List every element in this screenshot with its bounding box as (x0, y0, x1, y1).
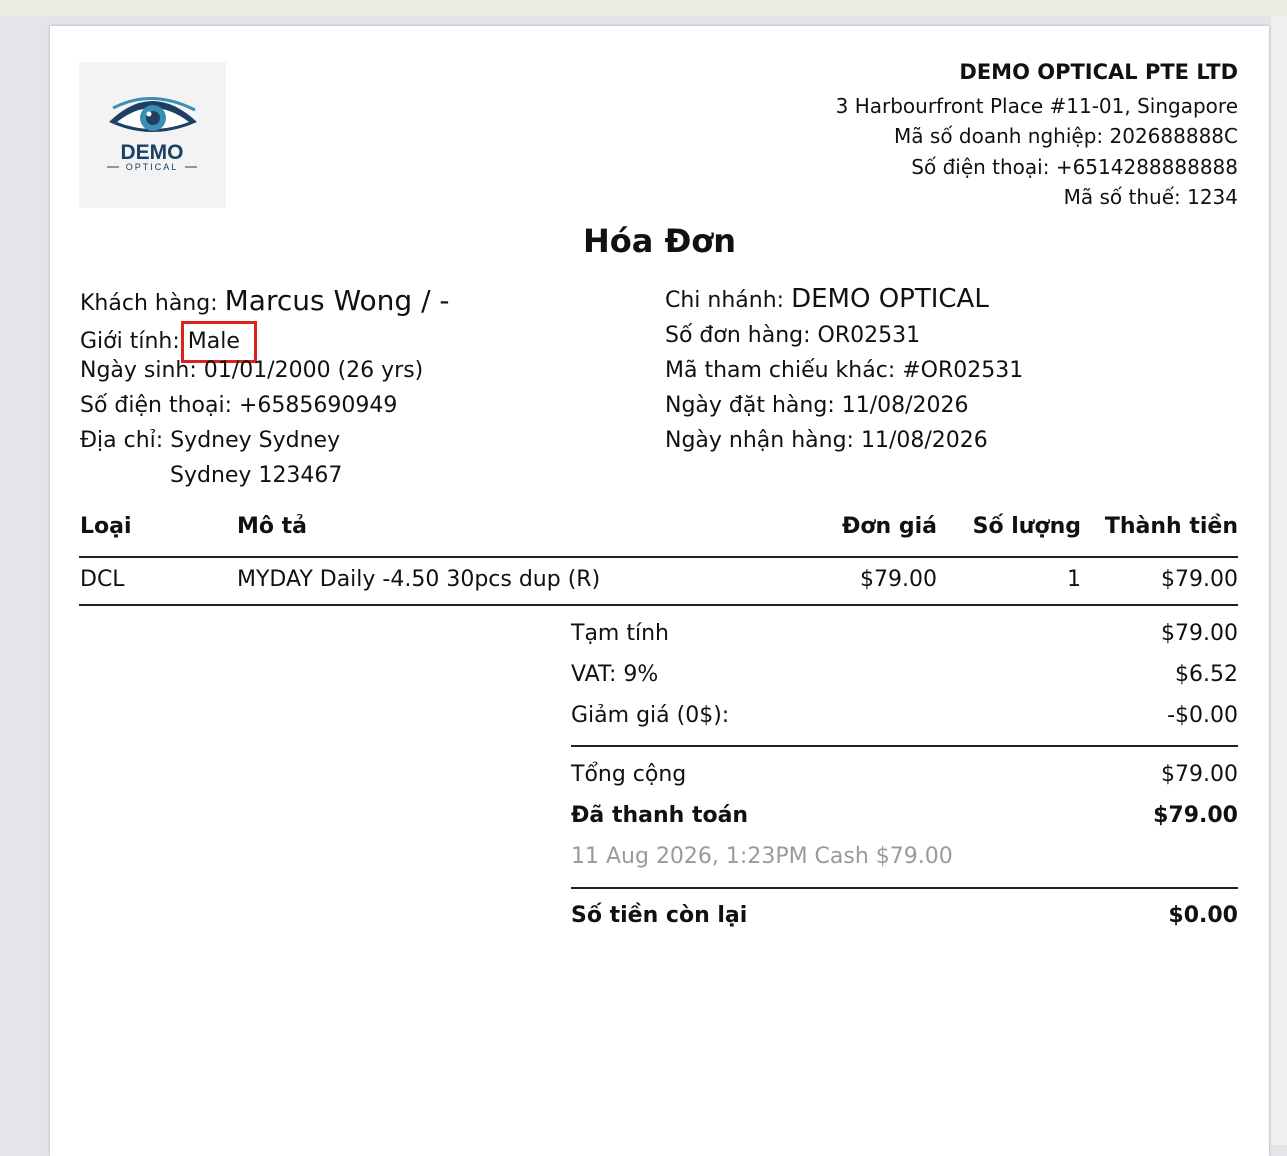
order-reference: Mã tham chiếu khác: #OR02531 (665, 358, 1024, 383)
col-header-amount: Thành tiền (1104, 514, 1238, 539)
address-line2: Sydney 123467 (170, 463, 343, 488)
cell-description: MYDAY Daily -4.50 30pcs dup (R) (237, 567, 601, 592)
cell-amount: $79.00 (1161, 567, 1238, 592)
total-label: Tổng cộng (571, 762, 687, 787)
dob: Ngày sinh: 01/01/2000 (26 yrs) (80, 358, 424, 383)
summary-divider-2 (571, 887, 1238, 889)
branch-label: Chi nhánh: (665, 288, 785, 313)
customer-name-label: Khách hàng: (80, 291, 218, 316)
branch-row: Chi nhánh: DEMO OPTICAL (665, 284, 989, 314)
gender-value-highlight: Male (180, 321, 257, 363)
col-header-type: Loại (80, 514, 132, 539)
vat-label: VAT: 9% (571, 662, 659, 687)
subtotal-value: $79.00 (1161, 621, 1238, 646)
customer-name-row: Khách hàng: Marcus Wong / - (80, 284, 450, 317)
order-date: Ngày đặt hàng: 11/08/2026 (665, 393, 969, 418)
gender-value: Male (187, 329, 240, 354)
gender-row: Giới tính: Male (80, 321, 257, 363)
subtotal-label: Tạm tính (571, 621, 669, 646)
cell-quantity: 1 (1067, 567, 1081, 592)
company-reg: Mã số doanh nghiệp: 202688888C (894, 124, 1238, 148)
customer-name: Marcus Wong / - (224, 284, 450, 317)
balance-label: Số tiền còn lại (571, 903, 748, 928)
paid-label: Đã thanh toán (571, 803, 749, 828)
receive-date: Ngày nhận hàng: 11/08/2026 (665, 428, 988, 453)
branch-value: DEMO OPTICAL (791, 284, 989, 314)
company-name: DEMO OPTICAL PTE LTD (959, 60, 1238, 84)
invoice-page: DEMO OPTICAL DEMO OPTICAL PTE LTD 3 Harb… (50, 26, 1269, 1156)
gender-label: Giới tính: (80, 329, 180, 354)
company-phone: Số điện thoại: +6514288888888 (911, 155, 1238, 179)
col-header-unit-price: Đơn giá (841, 514, 937, 539)
invoice-title: Hóa Đơn (582, 222, 737, 260)
order-number: Số đơn hàng: OR02531 (665, 323, 921, 348)
address-line1: Sydney Sydney (170, 428, 341, 453)
company-address: 3 Harbourfront Place #11-01, Singapore (835, 94, 1238, 118)
table-header-divider (79, 556, 1238, 558)
discount-value: -$0.00 (1167, 703, 1238, 728)
cell-type: DCL (80, 567, 125, 592)
discount-label: Giảm giá (0$): (571, 703, 730, 728)
address-label: Địa chỉ: (80, 428, 164, 453)
total-value: $79.00 (1161, 762, 1238, 787)
address-row: Địa chỉ: Sydney Sydney (80, 428, 340, 453)
vat-value: $6.52 (1175, 662, 1238, 687)
eye-logo-icon: DEMO OPTICAL (107, 97, 197, 172)
col-header-description: Mô tả (237, 514, 308, 539)
balance-value: $0.00 (1168, 903, 1238, 928)
browser-top-bar (0, 0, 1287, 16)
col-header-quantity: Số lượng (972, 514, 1081, 539)
company-tax: Mã số thuế: 1234 (1063, 185, 1238, 209)
paid-value: $79.00 (1153, 803, 1238, 828)
company-logo: DEMO OPTICAL (79, 62, 226, 208)
scrollbar[interactable] (1271, 16, 1287, 1145)
table-bottom-divider (79, 604, 1238, 606)
customer-phone: Số điện thoại: +6585690949 (80, 393, 398, 418)
logo-text-demo: DEMO (121, 141, 184, 164)
summary-divider-1 (571, 745, 1238, 747)
logo-text-optical: OPTICAL (126, 162, 179, 172)
payment-note: 11 Aug 2026, 1:23PM Cash $79.00 (571, 844, 953, 869)
cell-unit-price: $79.00 (860, 567, 937, 592)
